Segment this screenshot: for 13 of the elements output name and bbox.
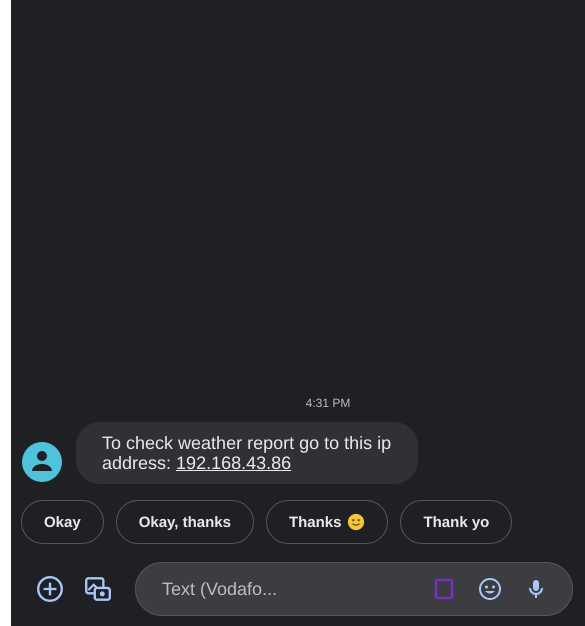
smart-reply-chip[interactable]: Thanks xyxy=(266,500,388,544)
smart-reply-chip[interactable]: Thank yo xyxy=(400,500,512,544)
message-input[interactable]: Text (Vodafo... xyxy=(160,578,410,600)
smart-reply-chip[interactable]: Okay, thanks xyxy=(116,500,254,544)
smiley-icon xyxy=(347,513,366,531)
timestamp: 4:31 PM xyxy=(306,396,350,410)
avatar-icon xyxy=(22,442,62,482)
message-bubble: To check weather report go to this ip address: 192.168.43.86 xyxy=(76,422,418,484)
smart-reply-chip[interactable]: Okay xyxy=(21,500,104,544)
gallery-camera-icon[interactable] xyxy=(83,574,113,604)
ip-link[interactable]: 192.168.43.86 xyxy=(176,453,292,473)
add-icon[interactable] xyxy=(35,574,65,604)
emoji-icon[interactable] xyxy=(478,577,502,601)
